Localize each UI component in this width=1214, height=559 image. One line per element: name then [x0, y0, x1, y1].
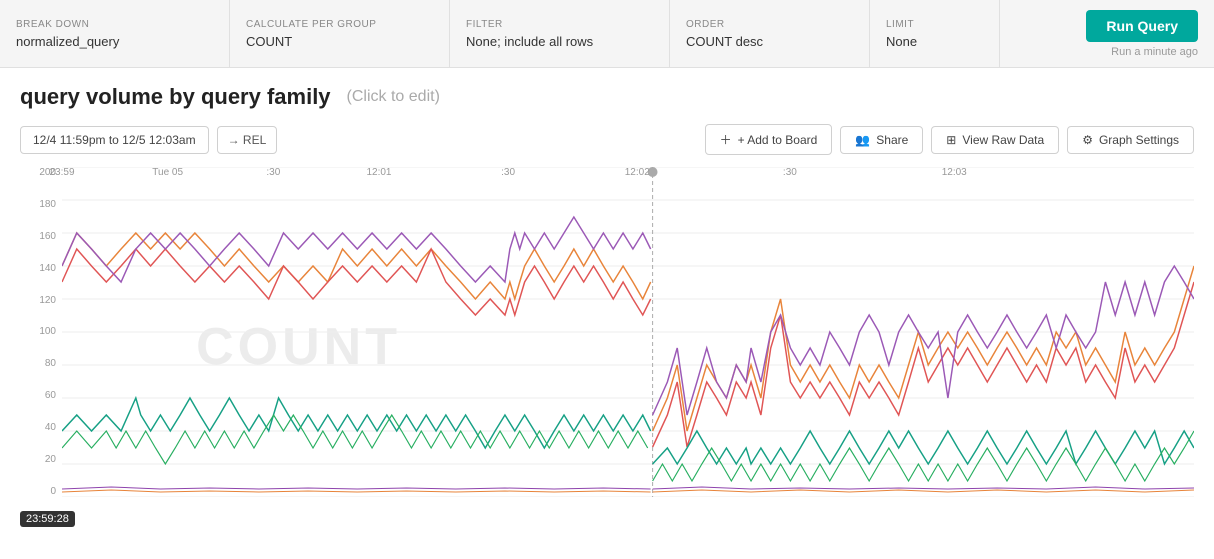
- click-to-edit[interactable]: (Click to edit): [347, 88, 440, 106]
- chart-heading[interactable]: query volume by query family: [20, 84, 331, 110]
- chart-svg-area[interactable]: [62, 167, 1194, 497]
- chart-title: query volume by query family (Click to e…: [20, 84, 1194, 110]
- breakdown-value: normalized_query: [16, 34, 213, 49]
- table-icon: ⊞: [946, 133, 956, 147]
- y-axis-label: 0: [50, 486, 56, 497]
- timestamp-badge: 23:59:28: [20, 511, 75, 527]
- graph-settings-label: Graph Settings: [1099, 133, 1179, 147]
- graph-settings-button[interactable]: ⚙ Graph Settings: [1067, 126, 1194, 154]
- add-to-board-label: + Add to Board: [738, 133, 818, 147]
- y-axis-label: 80: [45, 358, 56, 369]
- run-query-button[interactable]: Run Query: [1086, 10, 1198, 42]
- y-axis-label: 100: [39, 326, 56, 337]
- y-axis-label: 140: [39, 263, 56, 274]
- x-axis-label: 12:02: [625, 167, 650, 178]
- chart-container: COUNT 200180160140120100806040200: [20, 167, 1194, 527]
- y-axis-label: 20: [45, 454, 56, 465]
- y-axis-label: 180: [39, 199, 56, 210]
- calculate-label: CALCULATE PER GROUP: [246, 19, 433, 30]
- chart-toolbar: 12/4 11:59pm to 12/5 12:03am → REL ＋ + A…: [20, 124, 1194, 155]
- content-area: query volume by query family (Click to e…: [0, 68, 1214, 527]
- x-axis: 23:59Tue 05:3012:01:3012:02:3012:03: [62, 167, 1214, 197]
- chart-toolbar-right: ＋ + Add to Board 👥 Share ⊞ View Raw Data…: [705, 124, 1194, 155]
- y-axis-label: 120: [39, 295, 56, 306]
- add-to-board-button[interactable]: ＋ + Add to Board: [705, 124, 833, 155]
- view-raw-data-label: View Raw Data: [962, 133, 1044, 147]
- x-axis-label: :30: [501, 167, 515, 178]
- share-button[interactable]: 👥 Share: [840, 126, 923, 154]
- calculate-section[interactable]: CALCULATE PER GROUP COUNT: [230, 0, 450, 67]
- limit-value: None: [886, 34, 983, 49]
- chart-toolbar-left: 12/4 11:59pm to 12/5 12:03am → REL: [20, 126, 277, 154]
- y-axis-label: 40: [45, 422, 56, 433]
- calculate-value: COUNT: [246, 34, 433, 49]
- order-value: COUNT desc: [686, 34, 853, 49]
- share-label: Share: [876, 133, 908, 147]
- limit-label: LIMIT: [886, 19, 983, 30]
- gear-icon: ⚙: [1082, 133, 1093, 147]
- x-axis-label: 23:59: [49, 167, 74, 178]
- y-axis-label: 160: [39, 231, 56, 242]
- x-axis-label: 12:01: [366, 167, 391, 178]
- breakdown-section[interactable]: BREAK DOWN normalized_query: [0, 0, 230, 67]
- top-bar: BREAK DOWN normalized_query CALCULATE PE…: [0, 0, 1214, 68]
- limit-section[interactable]: LIMIT None: [870, 0, 1000, 67]
- order-section[interactable]: ORDER COUNT desc: [670, 0, 870, 67]
- order-label: ORDER: [686, 19, 853, 30]
- date-range-button[interactable]: 12/4 11:59pm to 12/5 12:03am: [20, 126, 209, 154]
- filter-label: FILTER: [466, 19, 653, 30]
- run-time: Run a minute ago: [1111, 46, 1198, 58]
- filter-section[interactable]: FILTER None; include all rows: [450, 0, 670, 67]
- breakdown-label: BREAK DOWN: [16, 19, 213, 30]
- filter-value: None; include all rows: [466, 34, 653, 49]
- view-raw-data-button[interactable]: ⊞ View Raw Data: [931, 126, 1059, 154]
- x-axis-label: :30: [266, 167, 280, 178]
- rel-button[interactable]: → REL: [217, 126, 278, 154]
- y-axis-label: 60: [45, 390, 56, 401]
- x-axis-label: 12:03: [942, 167, 967, 178]
- share-icon: 👥: [855, 133, 870, 147]
- y-axis: 200180160140120100806040200: [20, 167, 62, 497]
- plus-icon: ＋: [720, 131, 732, 148]
- x-axis-label: Tue 05: [152, 167, 183, 178]
- x-axis-label: :30: [783, 167, 797, 178]
- run-query-container: Run Query Run a minute ago: [1054, 0, 1214, 67]
